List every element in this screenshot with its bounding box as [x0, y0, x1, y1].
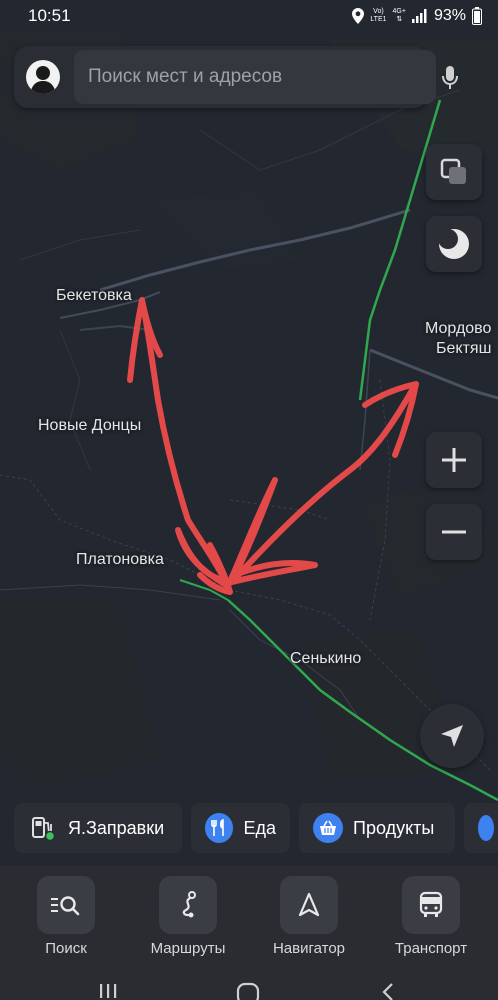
chip-fuel[interactable]: Я.Заправки [14, 803, 182, 853]
tab-label: Маршруты [150, 940, 226, 957]
tab-transport[interactable]: Транспорт [376, 876, 486, 966]
place-label-senkino: Сенькино [290, 650, 362, 667]
tab-navigator[interactable]: Навигатор [254, 876, 364, 966]
location-arrow-icon [441, 725, 463, 747]
tab-label: Поиск [45, 940, 87, 957]
network-type: 4G+ ⇅ [392, 8, 406, 23]
route-icon [159, 876, 217, 934]
place-label-novye-dontsy: Новые Донцы [38, 417, 142, 434]
system-nav-bar [0, 970, 498, 1000]
map-theme-button[interactable] [426, 216, 482, 272]
fuel-station-icon [28, 813, 58, 843]
zoom-in-button[interactable] [426, 432, 482, 488]
avatar[interactable] [26, 60, 60, 94]
status-icons: Vo) LTE1 4G+ ⇅ 93% [352, 7, 482, 25]
chip-label: Еда [243, 817, 276, 838]
network-top-label: Vo) [373, 8, 384, 15]
theme-moon-icon [438, 229, 469, 259]
layers-icon [440, 158, 466, 184]
place-label-platonovka: Платоновка [76, 551, 164, 568]
chip-food[interactable]: Еда [191, 803, 290, 853]
home-icon[interactable] [236, 982, 260, 1000]
place-label-bektyash: Бектяш [436, 340, 492, 357]
status-time: 10:51 [28, 6, 71, 25]
network-bottom-label: LTE1 [370, 16, 387, 23]
tab-routes[interactable]: Маршруты [133, 876, 243, 966]
system-nav-icons [100, 982, 393, 1000]
back-icon[interactable] [382, 983, 393, 1000]
status-bar: 10:51 Vo) LTE1 4G+ ⇅ 93% [0, 0, 498, 32]
recent-apps-icon[interactable] [100, 984, 117, 998]
search-bar [14, 46, 436, 108]
navigator-arrow-icon [280, 876, 338, 934]
battery-icon [472, 7, 482, 25]
chip-label: Я.Заправки [68, 817, 165, 838]
voice-search-button[interactable] [430, 60, 470, 96]
basket-icon [313, 813, 343, 843]
microphone-icon [442, 66, 458, 89]
signal-icon [411, 9, 427, 23]
tab-label: Транспорт [394, 940, 468, 957]
map-layers-button[interactable] [426, 144, 482, 200]
zoom-out-button[interactable] [426, 504, 482, 560]
place-label-mordovo: Мордово [425, 320, 492, 337]
network-type-label: 4G+ [392, 8, 406, 15]
my-location-button[interactable] [420, 704, 484, 768]
place-label-beketovka: Бекетовка [56, 287, 132, 304]
more-category-icon [478, 815, 494, 841]
plus-icon [442, 448, 466, 472]
chip-more[interactable] [464, 803, 498, 853]
tab-label: Навигатор [272, 940, 346, 957]
minus-icon [442, 530, 466, 534]
chip-label: Продукты [353, 817, 435, 838]
search-input[interactable] [74, 50, 436, 104]
battery-percent: 93% [433, 7, 466, 24]
category-chips: Я.Заправки Еда Продукты [0, 800, 498, 856]
network-indicator: Vo) LTE1 [370, 8, 386, 24]
search-list-icon [37, 876, 95, 934]
bus-icon [402, 876, 460, 934]
bottom-tab-bar: Поиск Маршруты Навигатор Транспорт [0, 866, 498, 970]
cutlery-icon [205, 813, 234, 843]
tab-search[interactable]: Поиск [11, 876, 121, 966]
chip-groceries[interactable]: Продукты [299, 803, 455, 853]
location-icon [352, 8, 365, 24]
user-avatar-icon [30, 66, 56, 94]
